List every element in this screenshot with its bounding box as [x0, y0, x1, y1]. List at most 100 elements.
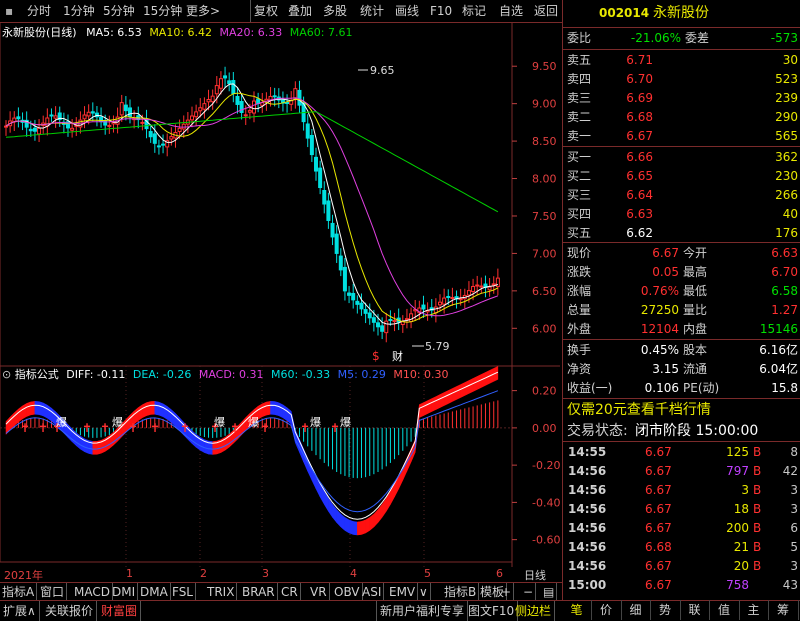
ask-row[interactable]: 卖四 6.70 523	[563, 70, 800, 89]
macd-ribbon-segment	[270, 401, 275, 415]
ask-label: 卖三	[567, 91, 592, 105]
right-tab-3[interactable]: 势	[651, 600, 681, 620]
ask-row[interactable]: 卖三 6.69 239	[563, 89, 800, 108]
stat-label-2: PE(动)	[683, 381, 720, 395]
f10-button[interactable]: 图文F10	[465, 601, 519, 621]
indicator-tab-6[interactable]: TRIX	[205, 583, 238, 601]
indicator-tab-1[interactable]: 窗口	[38, 583, 68, 601]
indicator-tab-10[interactable]: OBV	[332, 583, 363, 601]
promo-text[interactable]: 仅需20元查看千档行情	[567, 400, 711, 420]
indicator-tab-18[interactable]: ▤	[541, 583, 558, 601]
macd-ribbon-segment	[468, 377, 474, 394]
stat-value-2: 6.58	[771, 284, 798, 298]
right-tab-7[interactable]: 筹	[769, 600, 799, 620]
indicator-tab-3[interactable]: DMI	[110, 583, 139, 601]
bid-row[interactable]: 买二 6.65 230	[563, 167, 800, 186]
indicator-tab-11[interactable]: ASI	[360, 583, 385, 601]
level2-promo[interactable]: 仅需20元查看千档行情	[563, 400, 800, 420]
bid-row[interactable]: 买三 6.64 266	[563, 186, 800, 205]
chart-area[interactable]: 9.50 9.00 8.50 8.00 7.50 7.00 6.50 6.00 0.20 0.00…	[0, 22, 560, 567]
indicator-tab-8[interactable]: CR	[279, 583, 301, 601]
candle-body	[355, 300, 360, 305]
toolbar-menu-icon[interactable]: ▪	[2, 0, 16, 22]
dea-legend: DEA: -0.26	[132, 368, 192, 381]
ask-row[interactable]: 卖二 6.68 290	[563, 108, 800, 127]
related-quote-button[interactable]: 关联报价	[42, 601, 98, 621]
candle-body	[438, 301, 442, 306]
period-label[interactable]: 日线	[524, 567, 546, 583]
candle-body	[326, 200, 331, 221]
new-user-promo[interactable]: 新用户福利专享	[376, 601, 469, 621]
ask-row[interactable]: 卖五 6.71 30	[563, 51, 800, 70]
right-tab-6[interactable]: 主	[739, 600, 769, 620]
toolbar-5[interactable]: 复权	[250, 0, 281, 22]
toolbar-3[interactable]: 15分钟	[140, 0, 185, 22]
indicator-tab-9[interactable]: VR	[308, 583, 330, 601]
buy-signal-icon: ✝	[150, 421, 160, 435]
right-tab-2[interactable]: 细	[621, 600, 651, 620]
wealth-circle-button[interactable]: 财富圈	[98, 601, 142, 621]
dividend-icon[interactable]: $	[372, 349, 380, 363]
trade-row: 14:56 6.67 3 B 3	[563, 481, 800, 499]
indicator-tab-13[interactable]: ∨	[417, 583, 431, 601]
divider	[563, 441, 800, 442]
bid-row[interactable]: 买一 6.66 362	[563, 148, 800, 167]
toolbar-10[interactable]: F10	[427, 0, 455, 22]
kline-chart[interactable]: 9.50 9.00 8.50 8.00 7.50 7.00 6.50 6.00 0.20 0.00…	[0, 22, 560, 567]
toolbar-0[interactable]: 分时	[24, 0, 54, 22]
trade-time: 14:56	[568, 483, 607, 497]
trade-count: 3	[790, 502, 798, 516]
ind-tick-label: -0.40	[532, 496, 560, 509]
toolbar-9[interactable]: 画线	[392, 0, 422, 22]
candle-body	[247, 110, 252, 113]
stat-value: 12104	[640, 322, 679, 336]
signal-label: 爆	[214, 415, 225, 429]
macd-ribbon-segment	[30, 401, 36, 416]
right-tab-5[interactable]: 值	[710, 600, 740, 620]
trade-time: 15:00	[568, 578, 607, 592]
toolbar-11[interactable]: 标记	[459, 0, 489, 22]
right-tab-1[interactable]: 价	[592, 600, 622, 620]
toolbar-13[interactable]: 返回	[531, 0, 561, 22]
right-tab-0[interactable]: 笔	[562, 600, 592, 620]
candle-body	[309, 134, 314, 156]
toolbar-7[interactable]: 多股	[320, 0, 350, 22]
ind-tick-label: 0.00	[532, 422, 557, 435]
toolbar-8[interactable]: 统计	[357, 0, 387, 22]
bid-row[interactable]: 买四 6.63 40	[563, 205, 800, 224]
indicator-tab-12[interactable]: EMV	[387, 583, 419, 601]
date-tick: 2	[200, 567, 207, 580]
indicator-tab-17[interactable]: −	[521, 583, 537, 601]
indicator-tab-0[interactable]: 指标A	[0, 583, 38, 601]
bid-row[interactable]: 买五 6.62 176	[563, 224, 800, 243]
candle-body	[123, 104, 128, 112]
trade-time: 14:56	[568, 464, 607, 478]
toolbar-2[interactable]: 5分钟	[100, 0, 138, 22]
candle-body	[214, 85, 219, 95]
toolbar-4[interactable]: 更多>	[183, 0, 223, 22]
trade-volume: 3	[741, 483, 749, 497]
indicator-menu-icon[interactable]: ⊙	[2, 368, 11, 381]
bid-volume: 230	[775, 169, 798, 183]
sidebar-button[interactable]: 侧边栏	[512, 601, 556, 621]
finance-icon[interactable]: 财	[392, 349, 403, 363]
trade-volume: 20	[733, 559, 749, 573]
indicator-tab-2[interactable]: MACD	[72, 583, 113, 601]
toolbar-1[interactable]: 1分钟	[60, 0, 98, 22]
expand-button[interactable]: 扩展∧	[0, 601, 40, 621]
indicator-tab-7[interactable]: BRAR	[240, 583, 278, 601]
indicator-tab-5[interactable]: FSL	[170, 583, 196, 601]
bid-label: 买四	[567, 207, 592, 221]
price-tick-label: 7.00	[532, 247, 557, 260]
toolbar-6[interactable]: 叠加	[285, 0, 315, 22]
candle-body	[161, 143, 166, 146]
indicator-tab-4[interactable]: DMA	[138, 583, 171, 601]
ask-row[interactable]: 卖一 6.67 565	[563, 127, 800, 146]
indicator-tab-16[interactable]: +	[499, 583, 515, 601]
right-tab-4[interactable]: 联	[680, 600, 710, 620]
candle-body	[388, 318, 393, 321]
toolbar-12[interactable]: 自选	[496, 0, 526, 22]
candle-body	[16, 116, 21, 120]
indicator-tab-14[interactable]: 指标B	[442, 583, 480, 601]
indicator-name[interactable]: 指标公式	[15, 368, 59, 381]
